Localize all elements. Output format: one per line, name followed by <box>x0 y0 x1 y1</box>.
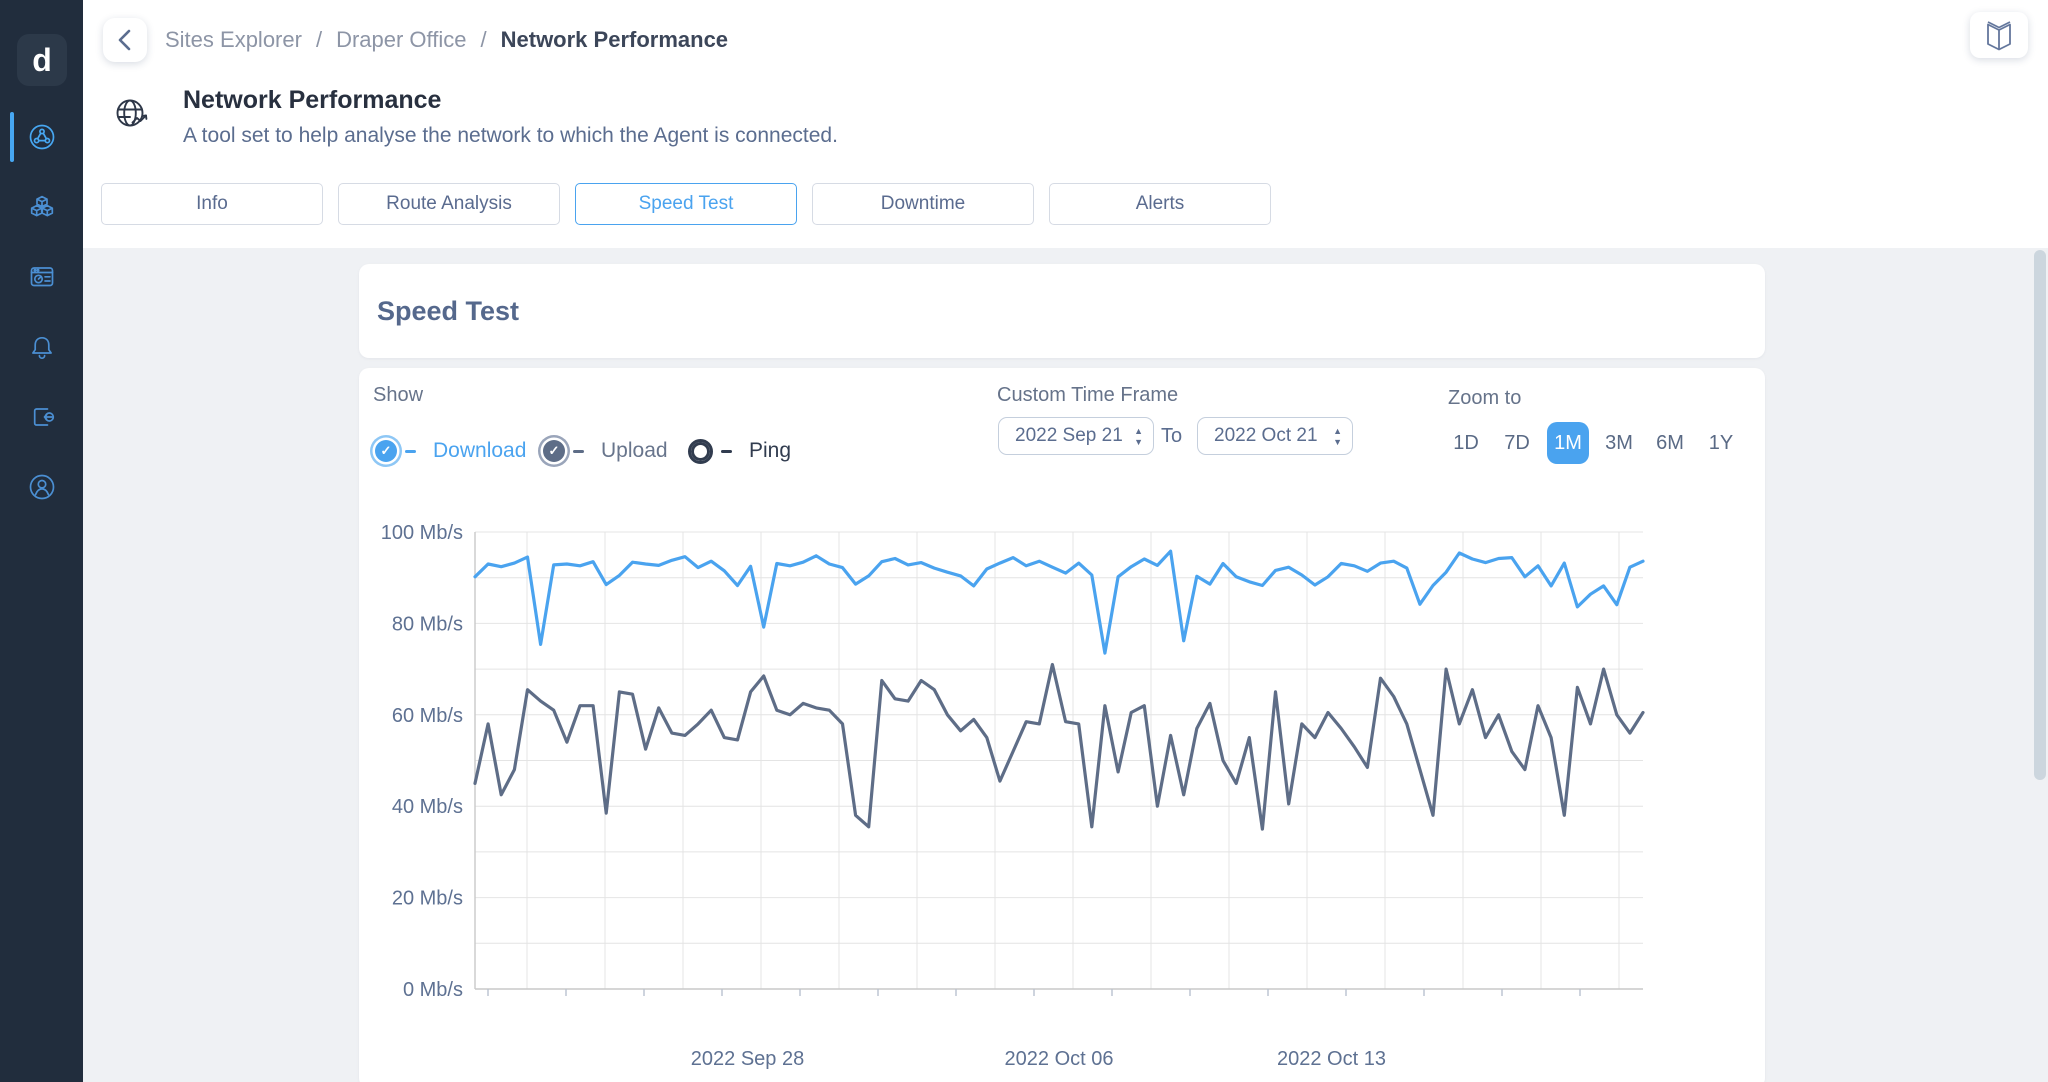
app-logo-letter: d <box>32 41 52 78</box>
sidebar-item-logout[interactable] <box>0 382 83 452</box>
zoom-option-1y[interactable]: 1Y <box>1700 422 1742 464</box>
back-button[interactable] <box>103 18 147 62</box>
x-axis-tick-label: 2022 Oct 06 <box>1005 1048 1114 1070</box>
unchecked-circle-icon <box>688 438 713 464</box>
upload-series-line <box>473 662 1645 831</box>
zoom-option-1m[interactable]: 1M <box>1547 422 1589 464</box>
content-area: Speed Test Show ✓ Download ✓ Upload Ping Cus… <box>83 248 2048 1082</box>
zoom-option-3m[interactable]: 3M <box>1598 422 1640 464</box>
timeframe-from-stepper[interactable]: ▲ ▼ <box>1134 426 1143 446</box>
speed-test-card-header: Speed Test <box>359 264 1765 358</box>
x-axis-tick-label: 2022 Oct 13 <box>1277 1048 1386 1070</box>
timeframe-from-value: 2022 Sep 21 <box>1015 425 1123 446</box>
checked-circle-icon: ✓ <box>375 440 397 462</box>
cubes-icon <box>30 195 53 217</box>
speed-test-chart: 100 Mb/s 80 Mb/s 60 Mb/s 40 Mb/s 20 Mb/s 0 Mb… <box>381 522 1645 1070</box>
user-icon <box>29 474 54 500</box>
tab-downtime[interactable]: Downtime <box>812 183 1034 225</box>
tab-alerts[interactable]: Alerts <box>1049 183 1271 225</box>
sidebar-item-alerts[interactable] <box>0 312 83 382</box>
sidebar-nav <box>0 102 83 522</box>
header: Sites Explorer / Draper Office / Network… <box>83 0 2048 248</box>
tab-info[interactable]: Info <box>101 183 323 225</box>
timeframe-from-input[interactable]: 2022 Sep 21 ▲ ▼ <box>998 417 1154 455</box>
network-globe-icon <box>29 124 54 150</box>
timeframe-to-label: To <box>1161 425 1183 447</box>
sidebar: d <box>0 0 83 1082</box>
toggle-download[interactable]: ✓ Download <box>369 432 526 470</box>
card-title: Speed Test <box>377 295 520 326</box>
zoom-option-7d[interactable]: 7D <box>1496 422 1538 464</box>
toggle-label: Upload <box>601 439 668 462</box>
toggle-ping[interactable]: Ping <box>682 432 791 470</box>
bell-icon <box>31 336 52 359</box>
y-axis-tick-label: 60 Mb/s <box>392 705 463 727</box>
breadcrumb-draper-office[interactable]: Draper Office <box>336 27 466 53</box>
scrollbar-thumb[interactable] <box>2034 250 2046 780</box>
toggle-upload[interactable]: ✓ Upload <box>537 432 668 470</box>
y-axis-tick-label: 100 Mb/s <box>381 522 463 544</box>
y-axis-tick-label: 0 Mb/s <box>403 979 463 1001</box>
zoom-option-6m[interactable]: 6M <box>1649 422 1691 464</box>
dashboard-icon <box>30 267 53 287</box>
breadcrumb-separator: / <box>480 27 487 52</box>
app-window: d Sites Explorer / Draper Office / Netwo… <box>0 0 2048 1082</box>
zoom-options: 1D 7D 1M 3M 6M 1Y <box>1445 422 1742 464</box>
toggle-label: Download <box>433 439 527 462</box>
documentation-button[interactable] <box>1970 12 2028 58</box>
chevron-left-icon <box>118 29 131 51</box>
timeframe-to-value: 2022 Oct 21 <box>1214 425 1318 446</box>
checked-circle-icon: ✓ <box>543 440 565 462</box>
x-axis-tick-label: 2022 Sep 28 <box>691 1048 804 1070</box>
breadcrumb: Sites Explorer / Draper Office / Network… <box>165 24 728 56</box>
zoom-option-1d[interactable]: 1D <box>1445 422 1487 464</box>
series-line-sample <box>573 449 584 453</box>
y-axis-tick-label: 40 Mb/s <box>392 796 463 818</box>
app-logo[interactable]: d <box>17 34 67 86</box>
toggle-label: Ping <box>749 439 792 462</box>
network-performance-icon <box>113 96 153 141</box>
tab-speed-test[interactable]: Speed Test <box>575 183 797 225</box>
breadcrumb-separator: / <box>315 27 323 52</box>
y-axis-tick-label: 80 Mb/s <box>392 613 463 635</box>
timeframe-label: Custom Time Frame <box>997 384 1179 406</box>
page-title: Network Performance <box>183 86 442 114</box>
download-series-line <box>473 549 1645 655</box>
page-subtitle: A tool set to help analyse the network t… <box>183 124 838 147</box>
sidebar-item-services[interactable] <box>0 172 83 242</box>
zoom-to-label: Zoom to <box>1448 387 1522 409</box>
sidebar-item-sites[interactable] <box>0 102 83 172</box>
y-axis-tick-label: 20 Mb/s <box>392 888 463 910</box>
book-icon <box>1987 21 2011 51</box>
sidebar-item-dashboard[interactable] <box>0 242 83 312</box>
tab-bar: Info Route Analysis Speed Test Downtime Aler… <box>101 183 1271 225</box>
tab-route-analysis[interactable]: Route Analysis <box>338 183 560 225</box>
sidebar-item-account[interactable] <box>0 452 83 522</box>
breadcrumb-sites-explorer[interactable]: Sites Explorer <box>165 27 302 53</box>
timeframe-to-stepper[interactable]: ▲ ▼ <box>1333 426 1342 446</box>
timeframe-to-input[interactable]: 2022 Oct 21 ▲ ▼ <box>1197 417 1353 455</box>
series-line-sample <box>405 449 416 453</box>
show-label: Show <box>373 384 424 406</box>
logout-icon <box>33 408 54 426</box>
breadcrumb-current-page: Network Performance <box>500 27 729 52</box>
speed-test-panel: Show ✓ Download ✓ Upload Ping Custom Time Fr… <box>359 368 1765 1082</box>
series-line-sample <box>721 449 732 453</box>
